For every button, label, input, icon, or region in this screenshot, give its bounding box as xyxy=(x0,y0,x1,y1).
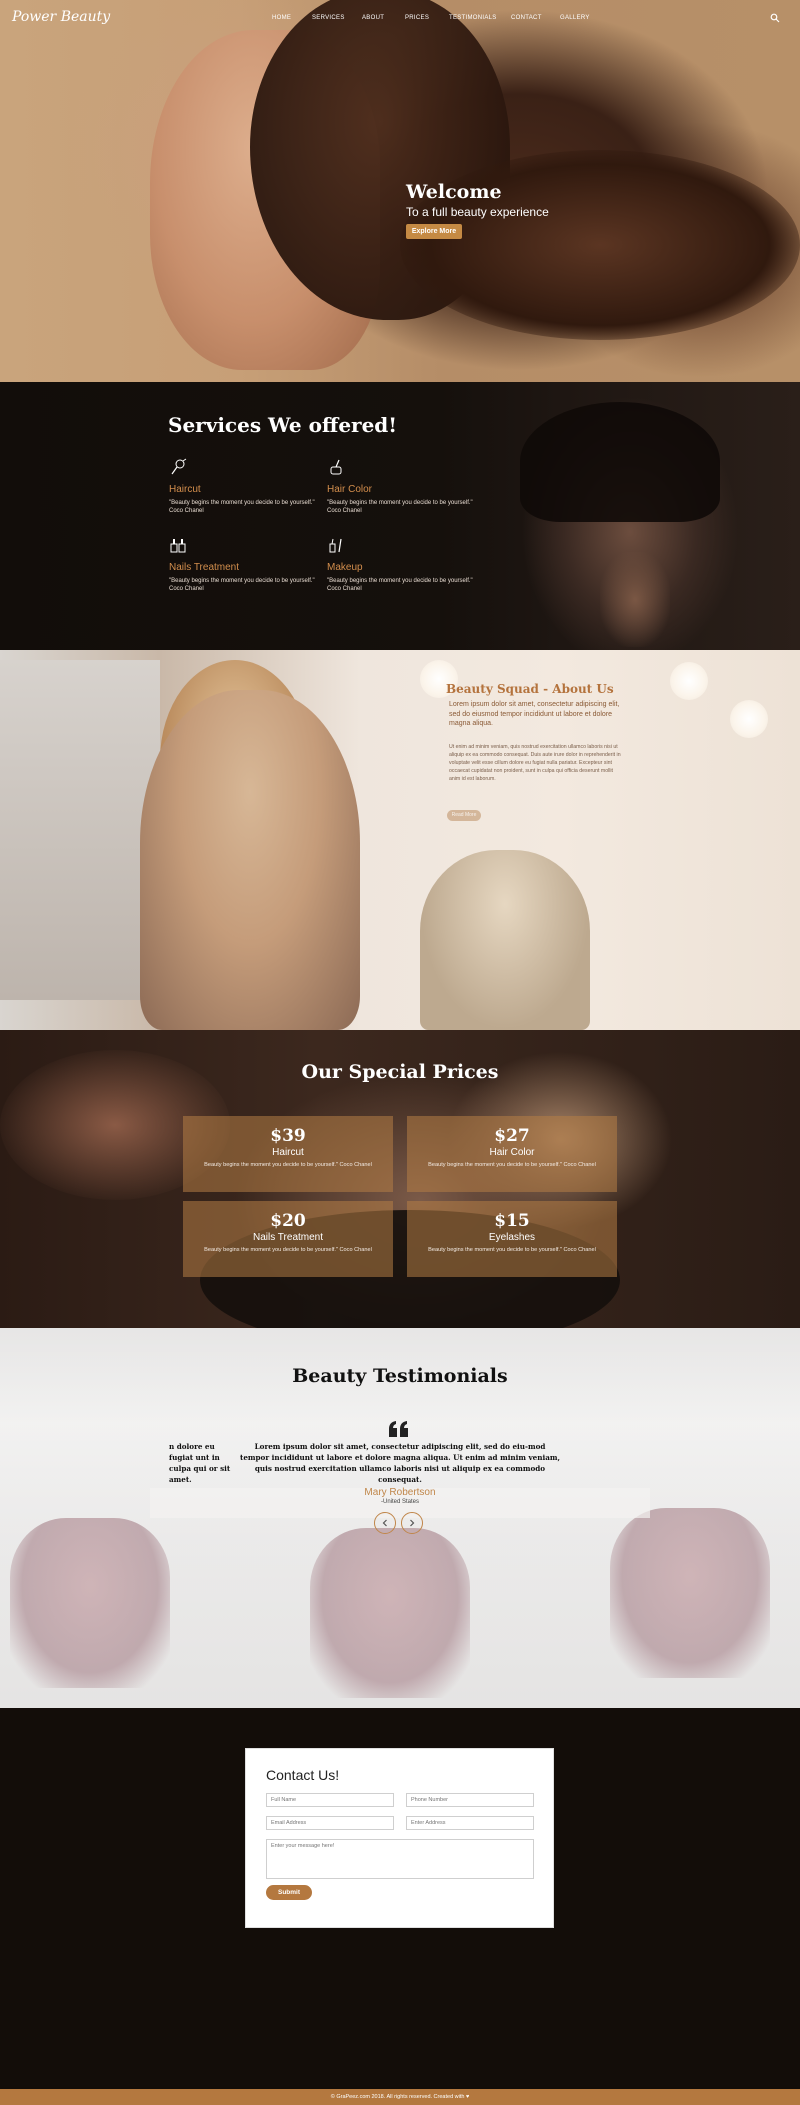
service-text: "Beauty begins the moment you decide to … xyxy=(169,578,315,592)
about-lead: Lorem ipsum dolor sit amet, consectetur … xyxy=(449,701,620,727)
service-text: "Beauty begins the moment you decide to … xyxy=(327,500,473,514)
hair-color-icon xyxy=(330,459,342,475)
prices-section: Our Special Prices $39 Haircut Beauty be… xyxy=(0,1030,800,1328)
price-text: Beauty begins the moment you decide to b… xyxy=(428,1162,596,1168)
price-card: $20 Nails Treatment Beauty begins the mo… xyxy=(183,1201,393,1277)
nail-polish-icon xyxy=(170,539,186,553)
phone-field[interactable] xyxy=(406,1793,534,1807)
hero-subtitle: To a full beauty experience xyxy=(406,205,549,219)
contact-title: Contact Us! xyxy=(266,1767,340,1783)
email-field[interactable] xyxy=(266,1816,394,1830)
price-name: Haircut xyxy=(272,1147,304,1158)
price-name: Eyelashes xyxy=(488,1232,536,1243)
services-model-hair xyxy=(520,402,720,522)
contact-form: Contact Us! Submit xyxy=(245,1748,554,1928)
contact-section: Contact Us! Submit xyxy=(0,1708,800,2087)
price-name: Nails Treatment xyxy=(252,1232,324,1243)
nav-contact[interactable]: CONTACT xyxy=(511,15,542,21)
testimonials-title: Beauty Testimonials xyxy=(292,1365,508,1387)
prices-title: Our Special Prices xyxy=(301,1061,499,1083)
price-text: Beauty begins the moment you decide to b… xyxy=(204,1247,372,1253)
testimonials-section: Beauty Testimonials n dolore eu fugiat u… xyxy=(0,1328,800,1708)
service-name: Hair Color xyxy=(327,484,373,495)
footer: © GraPeez.com 2018. All rights reserved.… xyxy=(0,2089,800,2105)
about-section: Beauty Squad - About Us Lorem ipsum dolo… xyxy=(0,650,800,1030)
price-amount: $39 xyxy=(270,1126,306,1146)
nav-services[interactable]: SERVICES xyxy=(312,15,345,21)
nav-prices[interactable]: PRICES xyxy=(405,15,429,21)
service-makeup: Makeup "Beauty begins the moment you dec… xyxy=(327,536,487,593)
price-card: $15 Eyelashes Beauty begins the moment y… xyxy=(407,1201,617,1277)
price-card: $39 Haircut Beauty begins the moment you… xyxy=(183,1116,393,1192)
services-section: Services We offered! Haircut "Beauty beg… xyxy=(0,382,800,650)
testimonial-prev-button[interactable] xyxy=(374,1512,396,1534)
read-more-button[interactable]: Read More xyxy=(447,810,481,821)
makeup-icon xyxy=(329,538,342,553)
price-name: Hair Color xyxy=(489,1147,535,1158)
chevron-left-icon xyxy=(382,1519,387,1527)
service-hair-color: Hair Color "Beauty begins the moment you… xyxy=(327,458,487,515)
full-name-field[interactable] xyxy=(266,1793,394,1807)
testimonial-author: Mary Robertson xyxy=(364,1487,436,1498)
services-model-hand xyxy=(600,552,670,647)
address-field[interactable] xyxy=(406,1816,534,1830)
client-hair xyxy=(420,850,590,1030)
service-name: Nails Treatment xyxy=(169,562,240,573)
nav-testimonials[interactable]: TESTIMONIALS xyxy=(449,15,497,21)
services-title: Services We offered! xyxy=(168,413,398,437)
price-amount: $15 xyxy=(494,1211,530,1231)
about-title: Beauty Squad - About Us xyxy=(446,682,614,696)
nav-home[interactable]: HOME xyxy=(272,15,291,21)
service-nails: Nails Treatment "Beauty begins the momen… xyxy=(169,536,329,593)
price-amount: $20 xyxy=(270,1211,306,1231)
explore-more-button[interactable]: Explore More xyxy=(406,224,462,239)
hero-section: Power Beauty HOME SERVICES ABOUT PRICES … xyxy=(0,0,800,382)
previous-testimonial-text: n dolore eu fugiat unt in culpa qui or s… xyxy=(169,1442,231,1484)
testimonial-text: Lorem ipsum dolor sit amet, consectetur … xyxy=(240,1442,560,1484)
quote-icon xyxy=(389,1421,408,1437)
price-text: Beauty begins the moment you decide to b… xyxy=(204,1162,372,1168)
about-body: Ut enim ad minim veniam, quis nostrud ex… xyxy=(449,744,621,782)
lamp xyxy=(730,700,768,738)
price-amount: $27 xyxy=(494,1126,530,1146)
price-card: $27 Hair Color Beauty begins the moment … xyxy=(407,1116,617,1192)
hero-model-hair-flow xyxy=(400,150,800,340)
submit-button[interactable]: Submit xyxy=(266,1885,312,1900)
service-text: "Beauty begins the moment you decide to … xyxy=(169,500,315,514)
lamp xyxy=(670,662,708,700)
service-name: Makeup xyxy=(327,562,363,573)
salon-mirror xyxy=(0,660,160,1000)
nav-about[interactable]: ABOUT xyxy=(362,15,384,21)
salon-chair xyxy=(10,1518,170,1688)
testimonial-location: -United States xyxy=(380,1499,420,1505)
stylist-figure xyxy=(140,690,360,1030)
nav-gallery[interactable]: GALLERY xyxy=(560,15,590,21)
chevron-right-icon xyxy=(410,1519,415,1527)
hero-title: Welcome xyxy=(406,181,502,203)
service-haircut: Haircut "Beauty begins the moment you de… xyxy=(169,458,329,515)
navbar: Power Beauty HOME SERVICES ABOUT PRICES … xyxy=(0,0,800,36)
hairdryer-icon xyxy=(171,458,187,475)
service-name: Haircut xyxy=(169,484,201,495)
price-text: Beauty begins the moment you decide to b… xyxy=(428,1247,596,1253)
salon-chair xyxy=(310,1528,470,1698)
service-text: "Beauty begins the moment you decide to … xyxy=(327,578,473,592)
testimonial-next-button[interactable] xyxy=(401,1512,423,1534)
brand-logo[interactable]: Power Beauty xyxy=(12,9,110,25)
search-icon[interactable] xyxy=(770,13,780,23)
message-field[interactable] xyxy=(266,1839,534,1879)
salon-chair xyxy=(610,1508,770,1678)
